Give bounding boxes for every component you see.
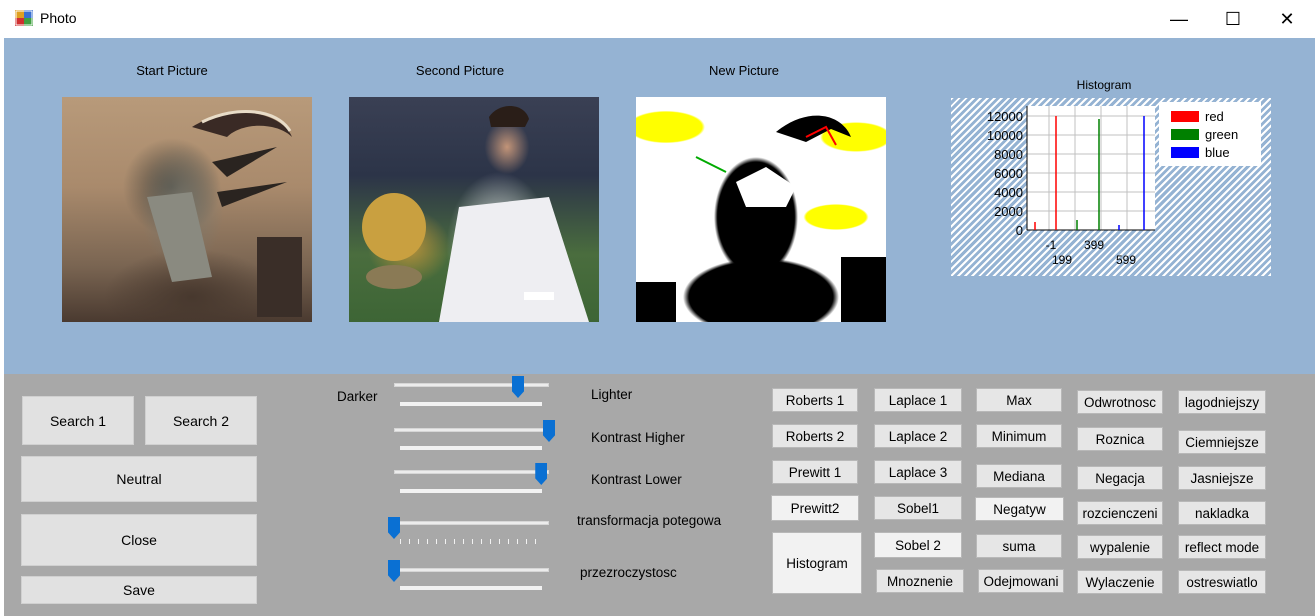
y-tick-2000: 2000: [994, 204, 1023, 219]
legend-item-blue: blue: [1171, 144, 1230, 160]
brightness-track[interactable]: [394, 383, 549, 387]
second-picture: [349, 97, 599, 322]
search-1-button[interactable]: Search 1: [22, 396, 134, 445]
kontrast-higher-track[interactable]: [394, 428, 549, 432]
roznica-button[interactable]: Roznica: [1077, 427, 1163, 451]
app-icon: [15, 10, 33, 26]
transformacja-track[interactable]: [394, 521, 549, 525]
x-tick-199: 199: [1052, 253, 1072, 267]
y-tick-12000: 12000: [987, 109, 1023, 124]
sobel-2-button[interactable]: Sobel 2: [874, 532, 962, 558]
kontrast-lower-ticks: [400, 489, 542, 493]
jasniejsze-button[interactable]: Jasniejsze: [1178, 466, 1266, 490]
y-tick-6000: 6000: [994, 166, 1023, 181]
start-picture: [62, 97, 312, 322]
przezroczystosc-ticks: [400, 586, 542, 590]
wylaczenie-button[interactable]: Wylaczenie: [1077, 570, 1163, 594]
legend-item-green: green: [1171, 126, 1238, 142]
brightness-thumb[interactable]: [512, 376, 524, 398]
pictures-panel: Start Picture Second Picture New Picture: [4, 38, 1315, 374]
ciemniejsze-button[interactable]: Ciemniejsze: [1178, 430, 1266, 454]
negatyw-button[interactable]: Negatyw: [975, 497, 1064, 521]
mediana-button[interactable]: Mediana: [976, 464, 1062, 488]
new-picture-label: New Picture: [708, 63, 780, 78]
controls-panel: Search 1 Search 2 Neutral Close Save Dar…: [4, 374, 1315, 616]
rozcienczeni-button[interactable]: rozcienczeni: [1077, 501, 1163, 525]
kontrast-lower-thumb[interactable]: [535, 463, 548, 485]
legend-swatch-green: [1171, 128, 1199, 140]
sobel-1-button[interactable]: Sobel1: [874, 496, 962, 520]
transformacja-label: transformacja potegowa: [577, 513, 722, 528]
y-tick-0: 0: [1016, 223, 1023, 238]
prewitt-2-button[interactable]: Prewitt2: [771, 495, 859, 521]
roberts-1-button[interactable]: Roberts 1: [772, 388, 858, 412]
transformacja-ticks: [400, 539, 542, 544]
x-tick-399: 399: [1084, 238, 1104, 252]
kontrast-higher-ticks: [400, 446, 542, 450]
odwrotnosc-button[interactable]: Odwrotnosc: [1077, 390, 1163, 414]
lighter-label: Lighter: [591, 387, 633, 402]
kontrast-lower-track[interactable]: [394, 470, 549, 474]
new-picture: [636, 97, 886, 322]
minimize-button[interactable]: —: [1152, 0, 1206, 38]
wypalenie-button[interactable]: wypalenie: [1077, 535, 1163, 559]
title-bar: Photo — ☐ ✕: [0, 0, 1315, 38]
maximize-icon: ☐: [1224, 8, 1242, 29]
x-tick-599: 599: [1116, 253, 1136, 267]
roberts-2-button[interactable]: Roberts 2: [772, 424, 858, 448]
second-picture-label: Second Picture: [415, 63, 505, 78]
y-tick-4000: 4000: [994, 185, 1023, 200]
legend-label-blue: blue: [1205, 144, 1230, 160]
x-tick-minus1: -1: [1046, 238, 1057, 252]
darker-label: Darker: [337, 389, 378, 404]
nakladka-button[interactable]: nakladka: [1178, 501, 1266, 525]
close-button[interactable]: Close: [21, 514, 257, 566]
histogram-label: Histogram: [1076, 78, 1132, 92]
minimum-button[interactable]: Minimum: [976, 424, 1062, 448]
maximize-button[interactable]: ☐: [1206, 0, 1260, 38]
reflect-mode-button[interactable]: reflect mode: [1178, 535, 1266, 559]
histogram-button[interactable]: Histogram: [772, 532, 862, 594]
suma-button[interactable]: suma: [976, 534, 1062, 558]
search-2-button[interactable]: Search 2: [145, 396, 257, 445]
przezroczystosc-thumb[interactable]: [388, 560, 400, 582]
histogram-legend: red green blue: [1159, 102, 1261, 166]
y-tick-10000: 10000: [987, 128, 1023, 143]
close-window-button[interactable]: ✕: [1260, 0, 1314, 38]
negacja-button[interactable]: Negacja: [1077, 466, 1163, 490]
lagodniejszy-button[interactable]: lagodniejszy: [1178, 390, 1266, 414]
prewitt-1-button[interactable]: Prewitt 1: [772, 460, 858, 484]
przezroczystosc-track[interactable]: [394, 568, 549, 572]
neutral-button[interactable]: Neutral: [21, 456, 257, 502]
brightness-ticks: [400, 402, 542, 406]
legend-label-red: red: [1205, 108, 1224, 124]
max-button[interactable]: Max: [976, 388, 1062, 412]
kontrast-lower-label: Kontrast Lower: [591, 472, 682, 487]
minimize-icon: —: [1170, 8, 1188, 29]
odejmowani-button[interactable]: Odejmowani: [978, 569, 1064, 593]
laplace-1-button[interactable]: Laplace 1: [874, 388, 962, 412]
legend-item-red: red: [1171, 108, 1224, 124]
histogram-chart: 12000 10000 8000 6000 4000 2000 0 -1 399…: [951, 98, 1271, 276]
legend-label-green: green: [1205, 126, 1239, 142]
ostreswiatlo-button[interactable]: ostreswiatlo: [1178, 570, 1266, 594]
start-picture-label: Start Picture: [136, 63, 208, 78]
mnoznenie-button[interactable]: Mnoznenie: [876, 569, 964, 593]
kontrast-higher-thumb[interactable]: [543, 420, 555, 442]
legend-swatch-red: [1171, 110, 1199, 122]
kontrast-higher-label: Kontrast Higher: [591, 430, 685, 445]
laplace-2-button[interactable]: Laplace 2: [874, 424, 962, 448]
przezroczystosc-label: przezroczystosc: [580, 565, 677, 580]
save-button[interactable]: Save: [21, 576, 257, 604]
laplace-3-button[interactable]: Laplace 3: [874, 460, 962, 484]
transformacja-thumb[interactable]: [388, 517, 400, 539]
y-tick-8000: 8000: [994, 147, 1023, 162]
legend-swatch-blue: [1171, 146, 1199, 158]
close-icon: ✕: [1279, 8, 1295, 29]
window-title: Photo: [40, 10, 77, 26]
